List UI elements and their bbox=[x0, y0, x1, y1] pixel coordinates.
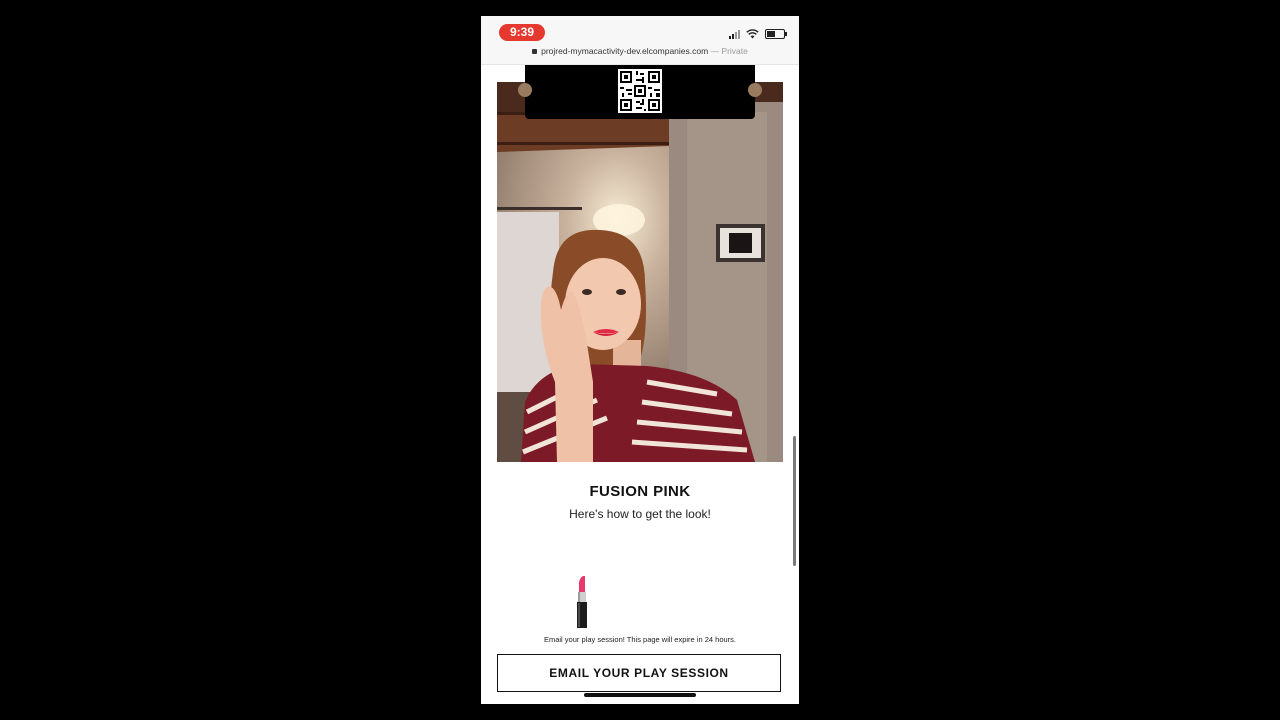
selfie-photo bbox=[497, 82, 783, 462]
battery-icon bbox=[765, 29, 787, 39]
email-session-button[interactable]: EMAIL YOUR PLAY SESSION bbox=[497, 654, 781, 692]
product-name: FUSION PINK bbox=[589, 483, 691, 500]
signal-icon bbox=[729, 29, 740, 39]
lock-icon bbox=[532, 48, 538, 54]
product-tagline: Here's how to get the look! bbox=[569, 507, 711, 521]
status-icons bbox=[729, 28, 787, 40]
url-text: projred-mymacactivity-dev.elcompanies.co… bbox=[541, 46, 709, 56]
address-bar[interactable]: projred-mymacactivity-dev.elcompanies.co… bbox=[481, 46, 799, 56]
status-bar: 9:39 projred-mymacactivity-dev.elcompani… bbox=[481, 16, 799, 64]
selfie-illustration bbox=[497, 82, 783, 462]
home-indicator[interactable] bbox=[584, 693, 696, 697]
qr-code-icon bbox=[618, 69, 662, 113]
phone-screen: 9:39 projred-mymacactivity-dev.elcompani… bbox=[481, 16, 799, 704]
email-note: Email your play session! This page will … bbox=[543, 635, 737, 644]
wifi-icon bbox=[746, 29, 759, 39]
scrollbar[interactable] bbox=[793, 436, 796, 566]
lipstick-icon bbox=[577, 575, 587, 628]
private-label: — Private bbox=[708, 46, 748, 56]
status-time: 9:39 bbox=[499, 24, 545, 41]
qr-tab bbox=[518, 65, 762, 119]
